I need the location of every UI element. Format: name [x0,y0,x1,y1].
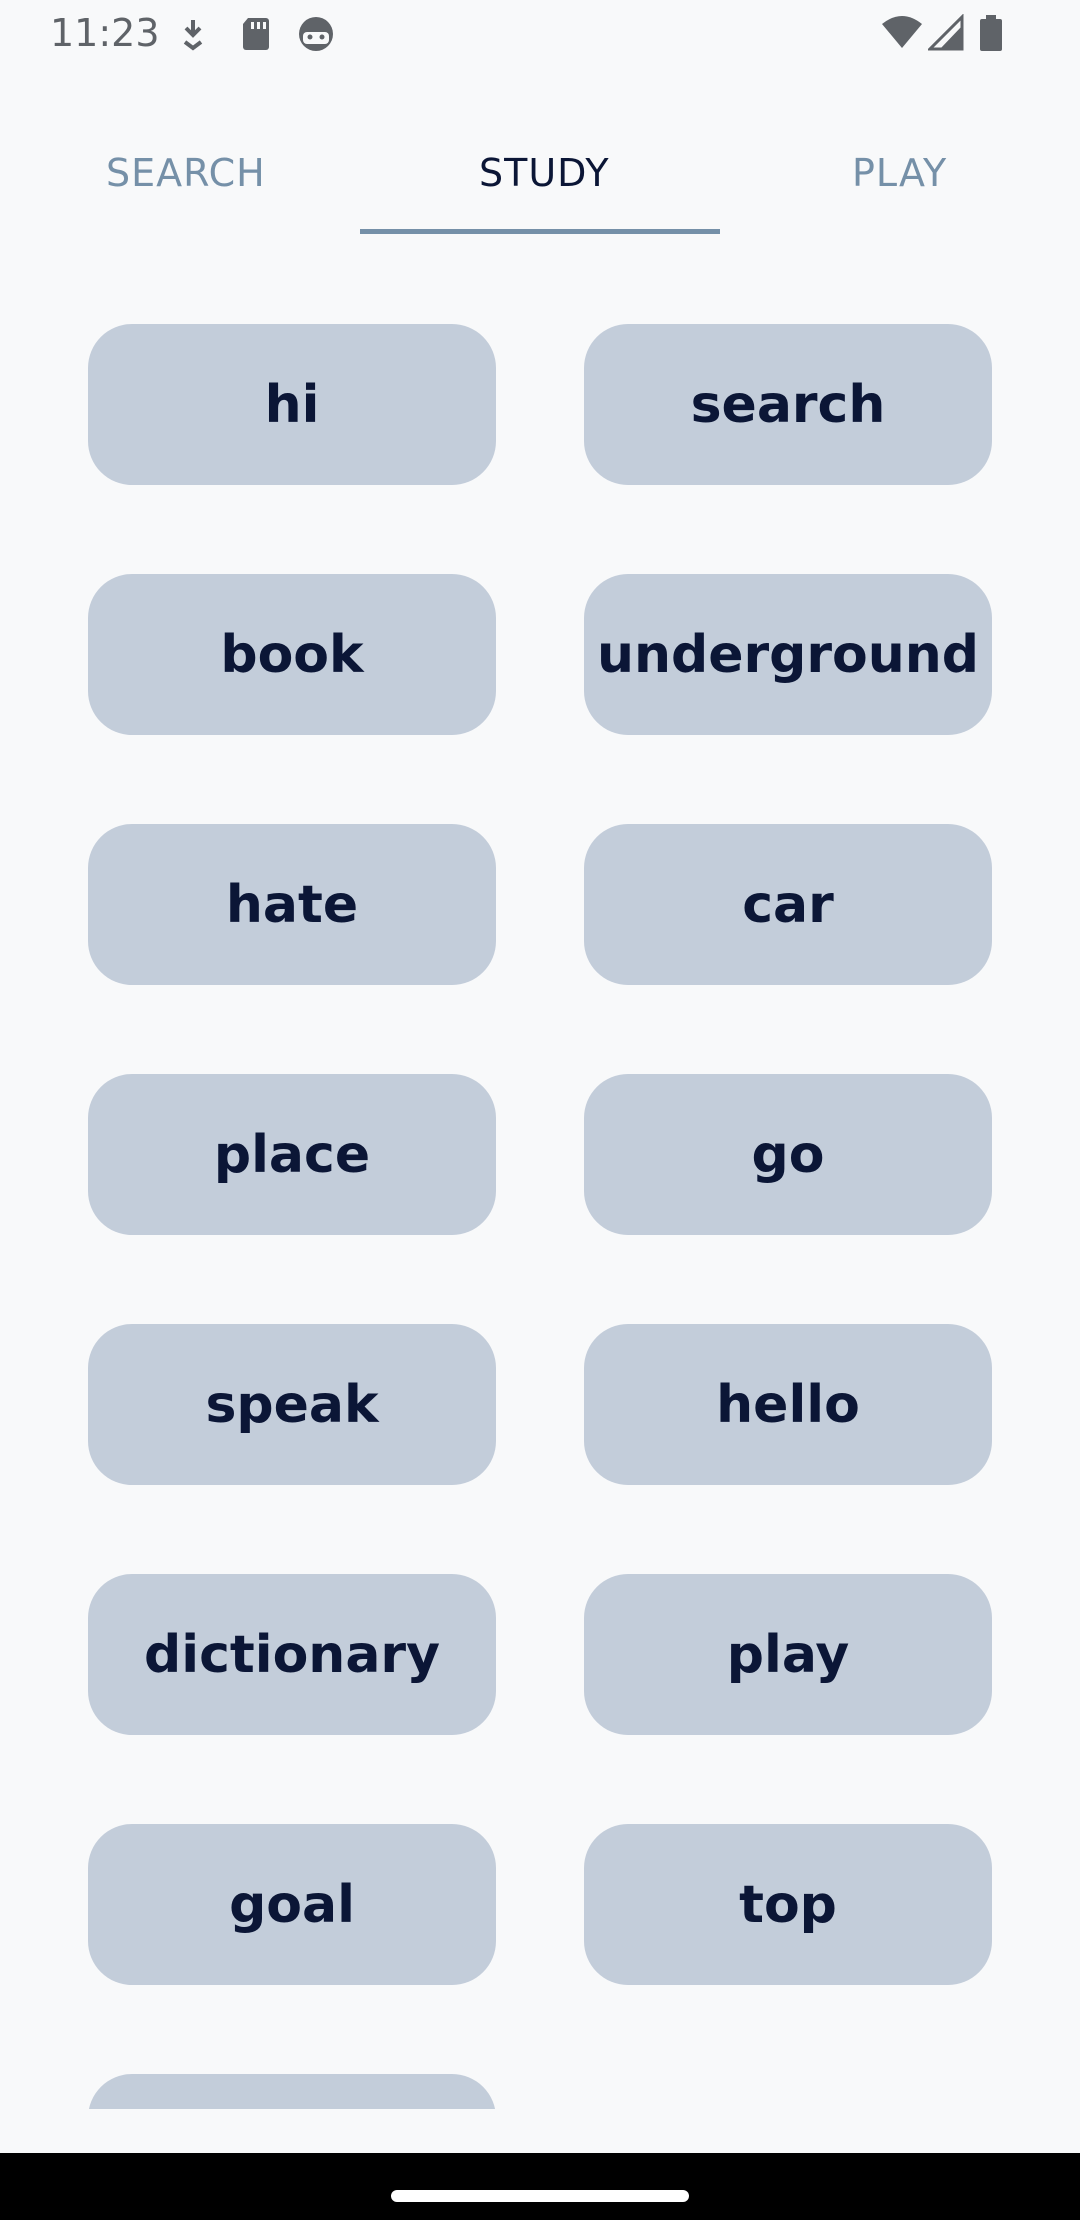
android-face-icon [296,14,336,54]
word-label: play [726,1624,850,1685]
word-label: speak [205,1374,379,1435]
tab-indicator [360,229,720,234]
tab-study[interactable]: STUDY [479,148,610,198]
word-label: hello [716,1374,860,1435]
word-card[interactable]: place [88,1074,496,1235]
word-card[interactable]: underground [584,574,992,735]
word-label: go [751,1124,825,1185]
status-bar: 11:23 [0,0,1080,66]
navigation-bar [0,2153,1080,2220]
word-card[interactable]: car [584,824,992,985]
word-label: place [213,1124,371,1185]
word-card[interactable]: search [584,324,992,485]
wifi-icon [880,14,922,54]
word-label: book [220,624,364,685]
tab-search[interactable]: SEARCH [106,148,266,198]
word-card[interactable]: dictionary [88,1574,496,1735]
word-label: goal [229,1874,355,1935]
word-card[interactable]: hello [584,1324,992,1485]
signal-icon [926,13,968,54]
word-card[interactable]: speak [88,1324,496,1485]
word-label: car [742,874,834,935]
download-icon [173,14,213,54]
word-label: top [739,1874,837,1935]
word-card[interactable]: book [88,574,496,735]
tab-bar: SEARCH STUDY PLAY [0,110,1080,240]
word-card[interactable]: goal [88,1824,496,1985]
home-gesture-handle[interactable] [391,2190,689,2202]
status-time: 11:23 [50,11,160,55]
word-card[interactable]: play [584,1574,992,1735]
word-card[interactable] [88,2074,496,2109]
tab-play[interactable]: PLAY [852,148,947,198]
word-card[interactable]: hi [88,324,496,485]
word-label: dictionary [144,1624,440,1685]
sd-card-icon [236,14,276,54]
word-label: hi [264,374,320,435]
word-card[interactable]: go [584,1074,992,1235]
word-label: hate [225,874,359,935]
word-card[interactable]: hate [88,824,496,985]
word-card[interactable]: top [584,1824,992,1985]
word-label: underground [596,624,980,685]
word-label: search [690,374,886,435]
battery-icon [976,14,1016,54]
word-grid: hi search book underground hate car plac… [0,324,1080,2109]
